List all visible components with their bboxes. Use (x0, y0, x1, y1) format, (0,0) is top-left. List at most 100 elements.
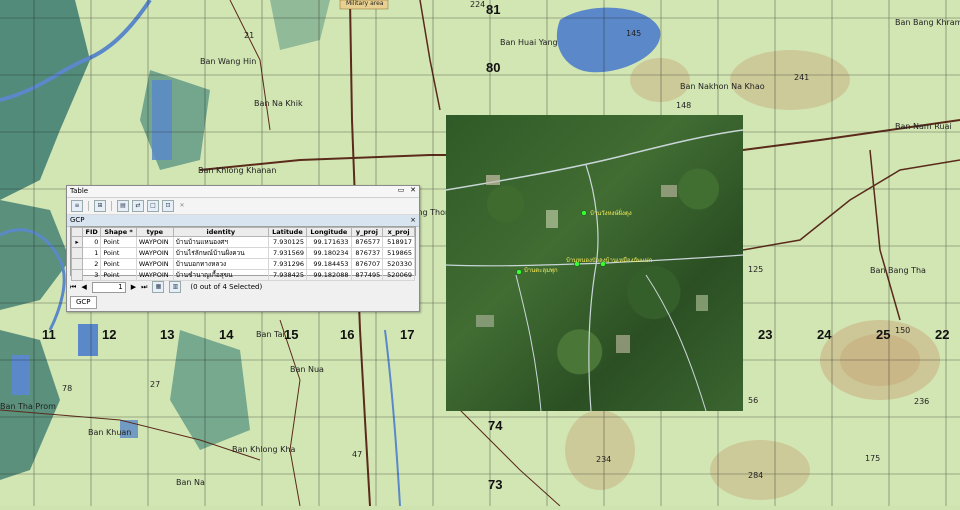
orthophoto-overlay[interactable]: บ้านวังหงษ์ฝั่งดุง บ้านตะลุมพุก บ้านหนอง… (446, 115, 743, 411)
elevation-label: 125 (748, 265, 764, 274)
grid-number: 13 (160, 327, 175, 342)
waypoint-label: บ้านตะลุมพุก (524, 267, 558, 274)
cell-fid[interactable]: 3 (81, 269, 102, 281)
show-selected-records-icon[interactable]: ▥ (169, 281, 182, 293)
elevation-label: 284 (748, 471, 764, 480)
cell-shape[interactable]: Point (100, 269, 137, 281)
grid-number: 11 (42, 327, 56, 342)
clear-selection-icon[interactable]: □ (147, 200, 159, 212)
cell-fid[interactable]: 2 (81, 258, 102, 270)
tab-close-button[interactable]: × (410, 215, 416, 226)
cell-latitude[interactable]: 7.931569 (267, 247, 308, 259)
related-tables-icon[interactable]: ⊞ (94, 200, 106, 212)
column-header-y-proj[interactable]: y_proj (350, 227, 384, 237)
table-row[interactable]: 1 Point WAYPOIN บ้านไร่ลักษณ์บ้านฝั่งควน… (71, 247, 415, 259)
table-row[interactable]: 2 Point WAYPOIN บ้านบอกทางหลวง 7.931296 … (71, 258, 415, 270)
attribute-table: FID Shape * type identity Latitude Longi… (71, 227, 415, 281)
table-row[interactable]: ▸ 0 Point WAYPOIN บ้านบ้านแหนองศฯ 7.9301… (71, 236, 415, 248)
cell-type[interactable]: WAYPOIN (135, 258, 174, 270)
table-options-icon[interactable]: ≡ (71, 200, 83, 212)
row-selector[interactable] (71, 247, 83, 259)
last-record-button[interactable]: ⏭ (141, 283, 147, 292)
cell-type[interactable]: WAYPOIN (135, 247, 174, 259)
grid-number: 17 (400, 327, 415, 342)
header-row: FID Shape * type identity Latitude Longi… (71, 227, 415, 237)
grid-number: 22 (935, 327, 950, 342)
cell-shape[interactable]: Point (100, 247, 137, 259)
column-header-identity[interactable]: identity (172, 227, 269, 237)
cell-fid[interactable]: 1 (81, 247, 102, 259)
column-header-x-proj[interactable]: x_proj (382, 227, 415, 237)
elevation-label: 236 (914, 397, 930, 406)
zoom-to-selected-icon[interactable]: ⊡ (162, 200, 174, 212)
table-toolbar: ≡ ⊞ ▤ ⇄ □ ⊡ ✕ (67, 198, 419, 215)
cell-identity[interactable]: บ้านบอกทางหลวง (172, 258, 269, 270)
cell-latitude[interactable]: 7.930125 (267, 236, 308, 248)
table-tab-name: GCP (70, 216, 85, 224)
place-label: Ban Tha Prom (0, 402, 56, 411)
cell-shape[interactable]: Point (100, 258, 137, 270)
row-selector[interactable] (71, 258, 83, 270)
military-area-label: Military area (346, 0, 384, 7)
toolbar-separator (88, 201, 89, 211)
elevation-label: 224 (470, 0, 486, 9)
cell-identity[interactable]: บ้านไร่ลักษณ์บ้านฝั่งควน (172, 247, 269, 259)
cell-x-proj[interactable]: 519865 (382, 247, 415, 259)
cell-x-proj[interactable]: 520330 (382, 258, 415, 270)
cell-shape[interactable]: Point (100, 236, 137, 248)
cell-latitude[interactable]: 7.931296 (267, 258, 308, 270)
column-header-type[interactable]: type (135, 227, 174, 237)
elevation-label: 234 (596, 455, 612, 464)
grid-number: 73 (488, 477, 503, 492)
grid-number: 16 (340, 327, 355, 342)
row-selector-current[interactable]: ▸ (71, 236, 83, 248)
cell-latitude[interactable]: 7.938425 (267, 269, 308, 281)
show-all-records-icon[interactable]: ▦ (152, 281, 165, 293)
cell-y-proj[interactable]: 876737 (350, 247, 384, 259)
cell-longitude[interactable]: 99.180234 (306, 247, 352, 259)
table-row[interactable]: 3 Point WAYPOIN บ้านชำนาญเกื้อสุขน 7.938… (71, 269, 415, 281)
cell-y-proj[interactable]: 876707 (350, 258, 384, 270)
row-selector-header (71, 227, 83, 237)
select-by-attributes-icon[interactable]: ▤ (117, 200, 129, 212)
delete-selected-icon[interactable]: ✕ (177, 201, 187, 211)
next-record-button[interactable]: ▶ (131, 283, 136, 291)
place-label: Ban Khlong Khanan (198, 166, 277, 175)
column-header-shape[interactable]: Shape * (100, 227, 137, 237)
previous-record-button[interactable]: ◀ (81, 283, 86, 291)
grid-number: 14 (219, 327, 234, 342)
column-header-fid[interactable]: FID (81, 227, 102, 237)
cell-fid[interactable]: 0 (81, 236, 102, 248)
grid-number: 23 (758, 327, 773, 342)
elevation-label: 27 (150, 380, 161, 389)
cell-longitude[interactable]: 99.184453 (306, 258, 352, 270)
cell-y-proj[interactable]: 876577 (350, 236, 384, 248)
grid-number: 25 (876, 327, 891, 342)
grid-number: 12 (102, 327, 117, 342)
column-header-latitude[interactable]: Latitude (267, 227, 308, 237)
cell-x-proj[interactable]: 518917 (382, 236, 415, 248)
cell-identity[interactable]: บ้านบ้านแหนองศฯ (172, 236, 269, 248)
record-number-input[interactable]: 1 (91, 281, 126, 293)
cell-longitude[interactable]: 99.171633 (306, 236, 352, 248)
place-label: Ban Tai (256, 330, 285, 339)
minimize-button[interactable]: ▭ (397, 186, 405, 195)
attribute-grid[interactable]: FID Shape * type identity Latitude Longi… (70, 226, 416, 281)
close-button[interactable]: ✕ (409, 186, 417, 195)
bottom-tab-gcp[interactable]: GCP (70, 296, 97, 309)
row-selector[interactable] (71, 269, 83, 281)
elevation-label: 175 (865, 454, 881, 463)
waypoint-label: บ้านหนองบัวลงบ้านเหมืองกับแม่ก (566, 257, 653, 264)
cell-y-proj[interactable]: 877495 (350, 269, 384, 281)
cell-type[interactable]: WAYPOIN (135, 236, 174, 248)
elevation-label: 241 (794, 73, 810, 82)
table-window[interactable]: Table ▭ ✕ ≡ ⊞ ▤ ⇄ □ ⊡ ✕ GCP × FID Shape … (66, 185, 420, 312)
cell-longitude[interactable]: 99.182088 (306, 269, 352, 281)
cell-identity[interactable]: บ้านชำนาญเกื้อสุขน (172, 269, 269, 281)
column-header-longitude[interactable]: Longitude (306, 227, 352, 237)
switch-selection-icon[interactable]: ⇄ (132, 200, 144, 212)
cell-x-proj[interactable]: 520069 (382, 269, 415, 281)
table-window-titlebar[interactable]: Table ▭ ✕ (67, 186, 419, 198)
first-record-button[interactable]: ⏮ (70, 283, 76, 292)
cell-type[interactable]: WAYPOIN (135, 269, 174, 281)
